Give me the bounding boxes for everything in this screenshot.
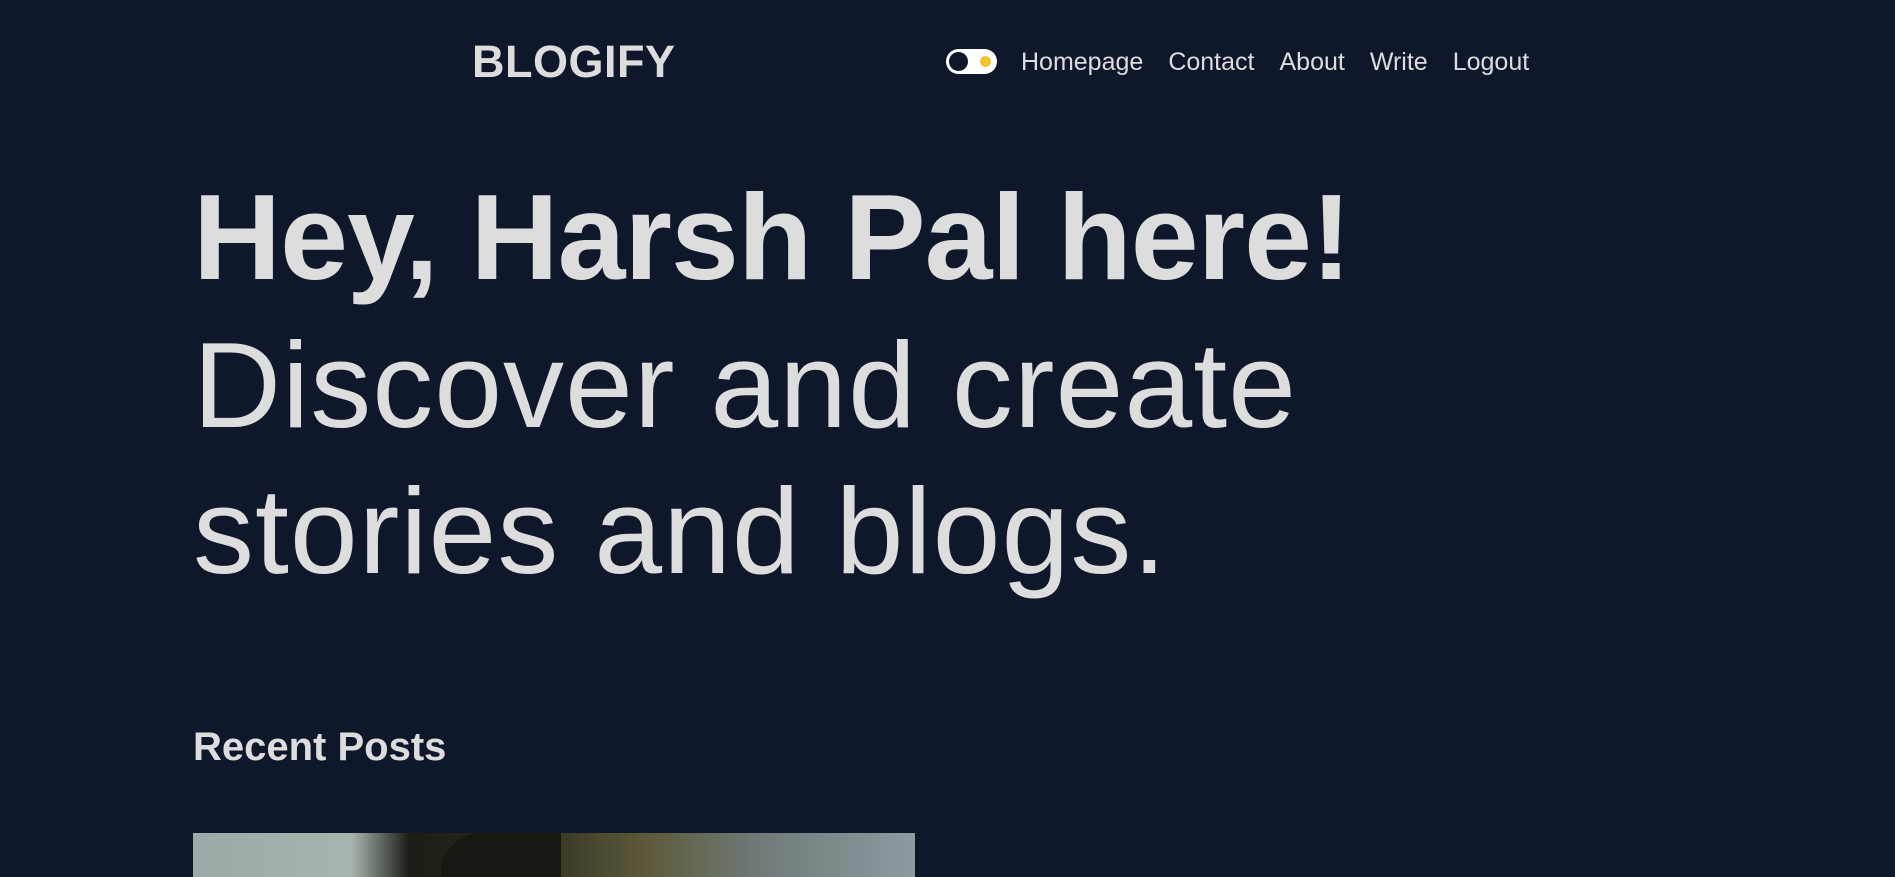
hero-tagline: Discover and create stories and blogs.	[193, 317, 1297, 599]
hero: Hey, Harsh Pal here! Discover and create…	[193, 162, 1493, 604]
recent-posts-title: Recent Posts	[193, 725, 447, 769]
nav-link-write[interactable]: Write	[1370, 46, 1428, 78]
hero-greeting: Hey, Harsh Pal here!	[193, 169, 1352, 305]
nav-link-contact[interactable]: Contact	[1168, 46, 1254, 78]
sun-icon	[980, 56, 991, 67]
post-image[interactable]	[193, 833, 915, 877]
nav-link-about[interactable]: About	[1279, 46, 1344, 78]
page: BLOGIFY Homepage Contact About Write Log…	[0, 0, 1895, 877]
navbar: BLOGIFY Homepage Contact About Write Log…	[0, 0, 1895, 124]
nav-link-homepage[interactable]: Homepage	[1021, 46, 1143, 78]
theme-toggle[interactable]	[946, 49, 997, 74]
post-image-figure	[441, 833, 561, 877]
nav-links: Homepage Contact About Write Logout	[1021, 46, 1529, 78]
nav-link-logout[interactable]: Logout	[1453, 46, 1529, 78]
site-logo[interactable]: BLOGIFY	[472, 34, 676, 90]
toggle-knob	[949, 52, 968, 71]
